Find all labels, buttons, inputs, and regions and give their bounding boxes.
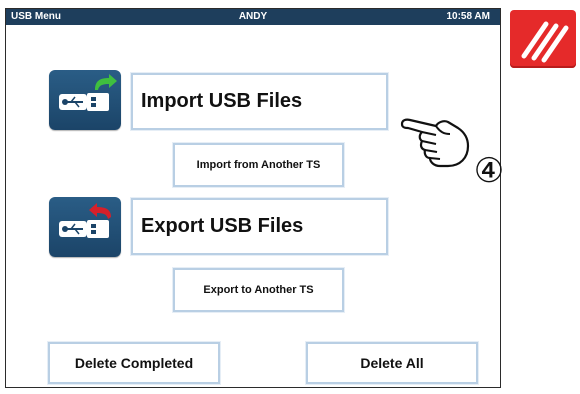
step-number-callout: ④ [473,151,505,191]
clock: 10:58 AM [446,11,490,22]
export-to-another-ts-button[interactable]: Export to Another TS [172,267,345,313]
user-name: ANDY [238,11,268,22]
usb-menu-screen: USB Menu ANDY 10:58 AM Import USB Files … [5,8,501,388]
status-bar: USB Menu ANDY 10:58 AM [6,9,500,25]
emergency-stop-icon[interactable] [510,10,576,68]
delete-all-button[interactable]: Delete All [305,341,479,385]
export-usb-files-button[interactable]: Export USB Files [130,197,389,256]
import-from-another-ts-button[interactable]: Import from Another TS [172,142,345,188]
import-usb-files-button[interactable]: Import USB Files [130,72,389,131]
usb-export-icon[interactable] [49,197,121,257]
pointing-hand-icon [400,108,472,177]
delete-completed-button[interactable]: Delete Completed [47,341,221,385]
usb-import-icon[interactable] [49,70,121,130]
